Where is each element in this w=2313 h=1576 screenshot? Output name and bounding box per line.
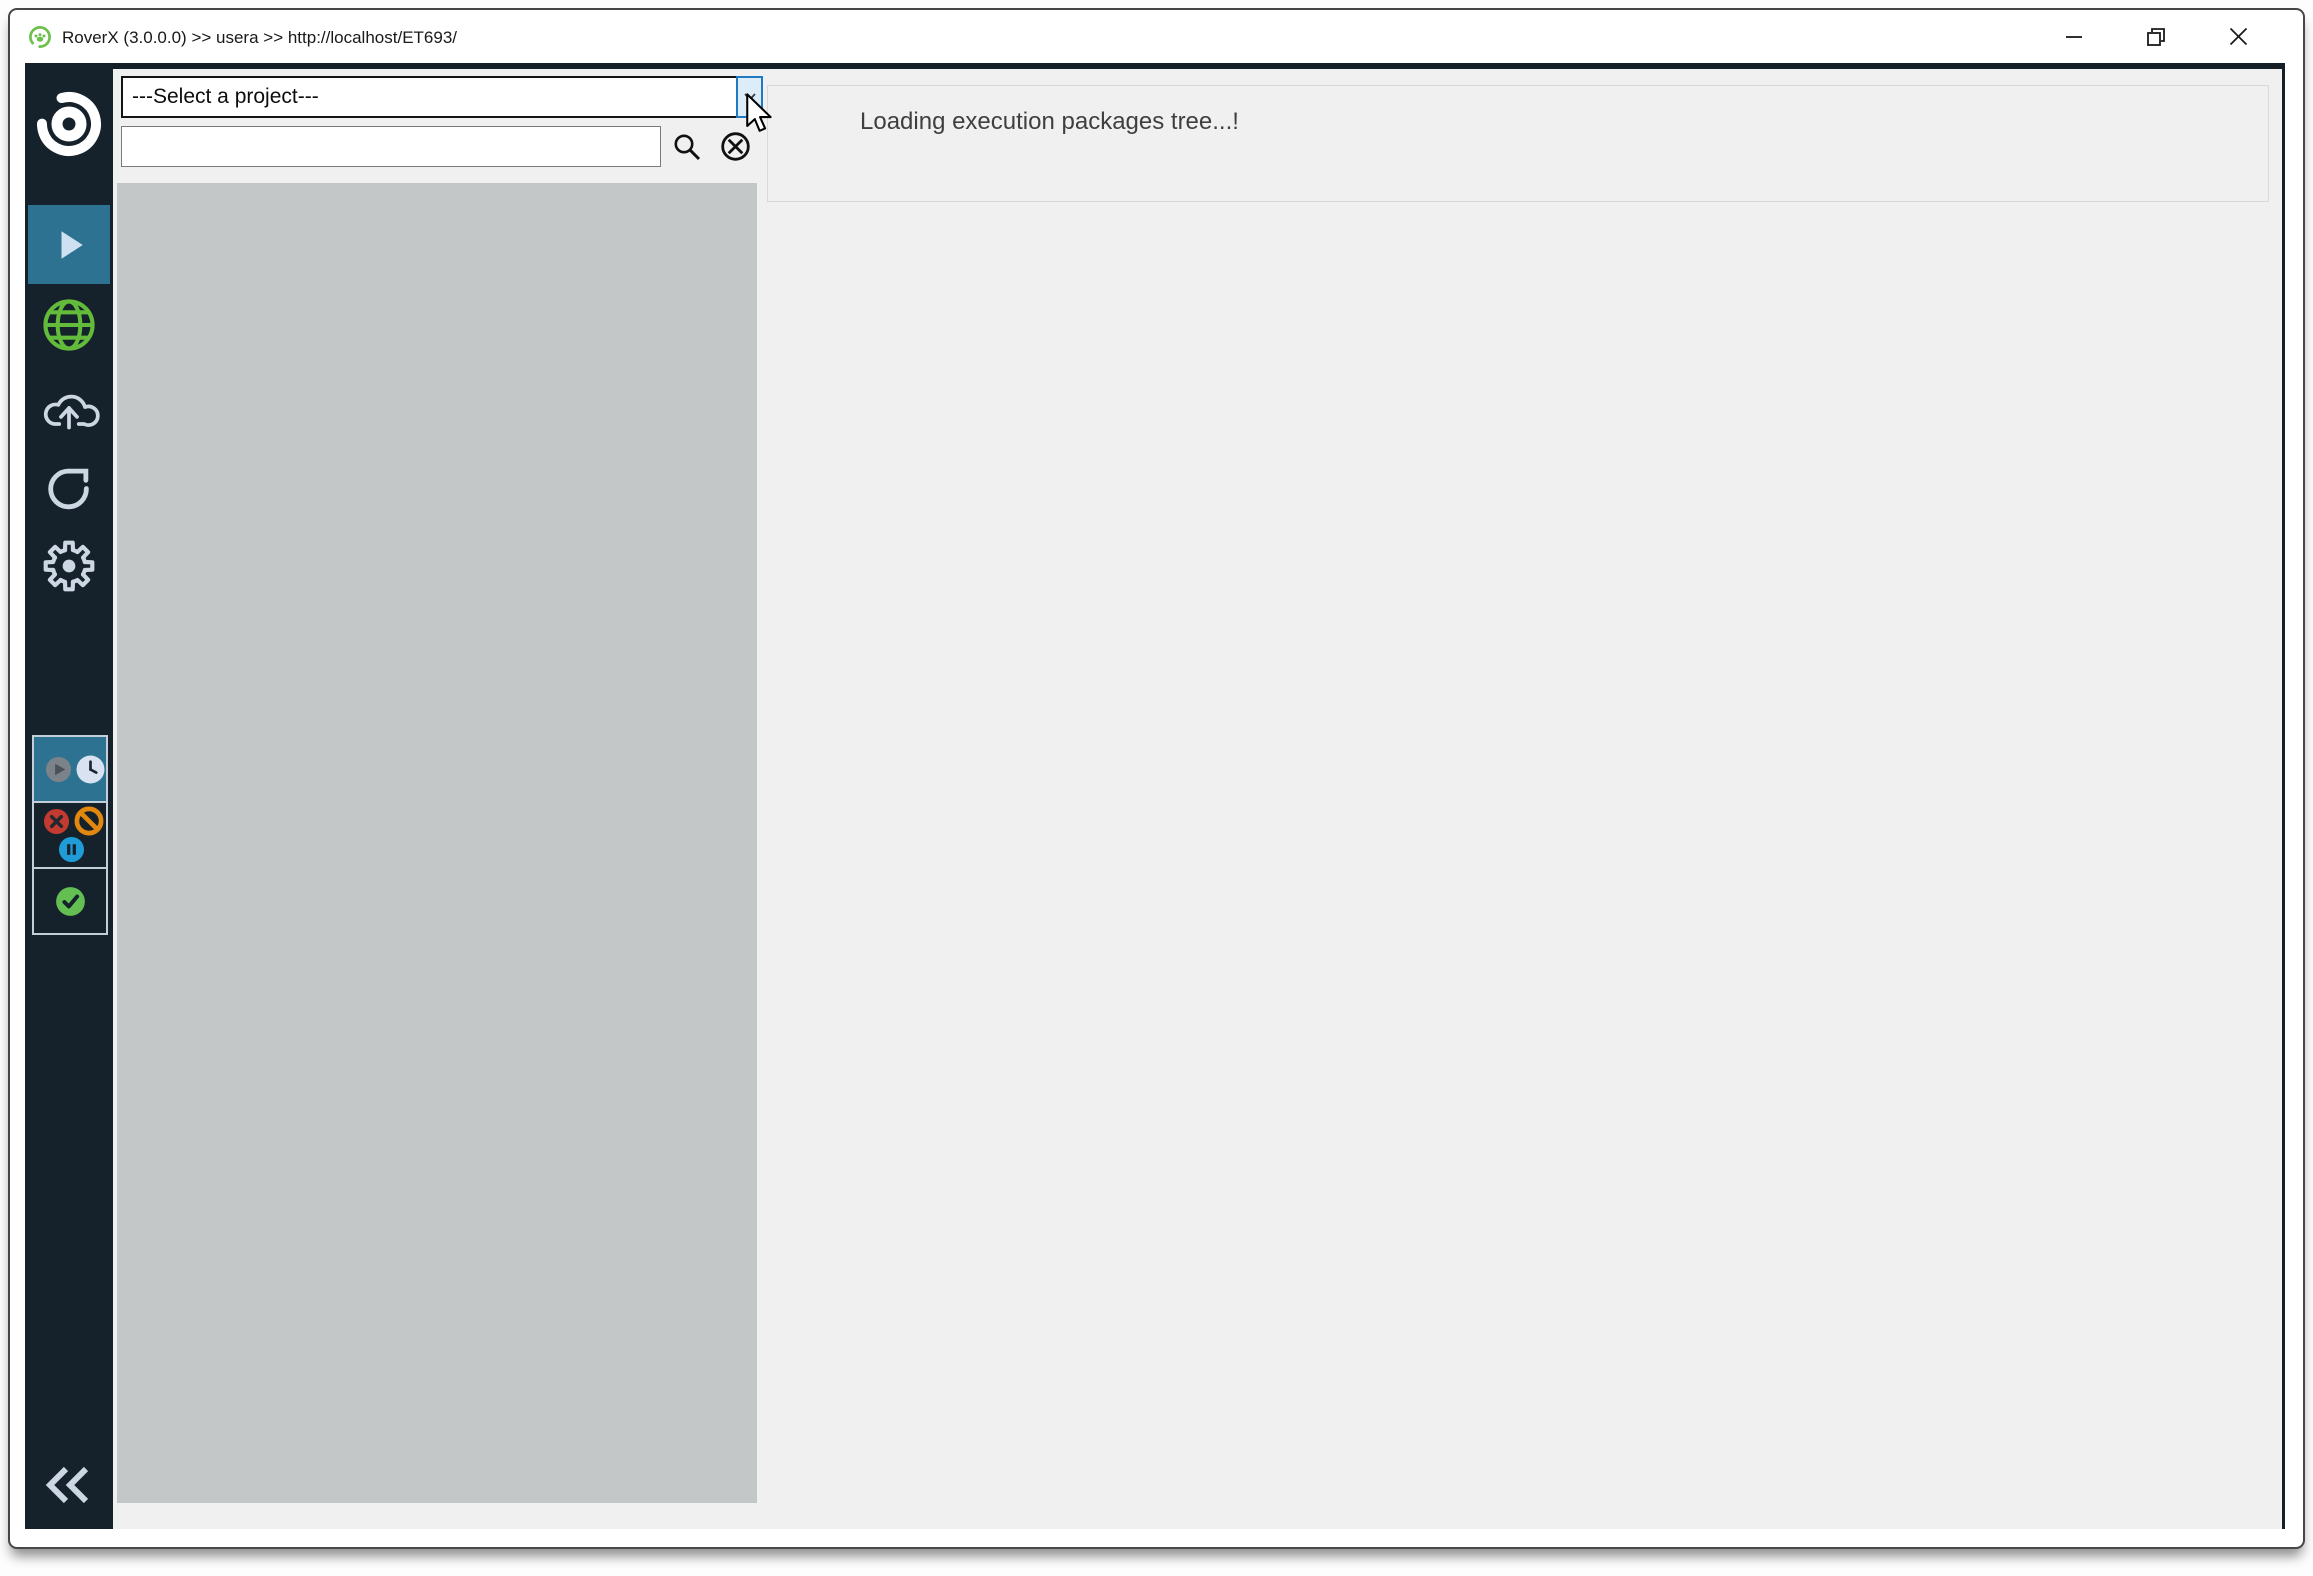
status-cell-running[interactable]	[34, 737, 106, 803]
status-cell-passed[interactable]	[34, 869, 106, 933]
refresh-icon	[42, 461, 96, 515]
nav-settings-button[interactable]	[33, 530, 105, 602]
roverx-logo-icon	[33, 88, 105, 160]
search-button[interactable]	[669, 126, 705, 167]
search-icon	[672, 132, 702, 162]
globe-icon	[40, 296, 98, 354]
clear-circle-icon	[721, 132, 750, 161]
clear-search-button[interactable]	[717, 126, 753, 167]
search-input[interactable]	[121, 126, 661, 167]
sidebar	[25, 63, 113, 1529]
gear-icon	[40, 537, 98, 595]
paw-logo-icon	[28, 25, 52, 49]
window-title: RoverX (3.0.0.0) >> usera >> http://loca…	[62, 10, 457, 63]
window-controls	[2033, 10, 2279, 63]
nav-web-button[interactable]	[33, 289, 105, 361]
minimize-button[interactable]	[2033, 10, 2115, 63]
passed-check-icon	[55, 886, 86, 917]
paused-icon	[58, 836, 85, 863]
restore-button[interactable]	[2115, 10, 2197, 63]
pending-clock-icon	[76, 755, 105, 784]
project-select-value: ---Select a project---	[123, 85, 319, 109]
titlebar: RoverX (3.0.0.0) >> usera >> http://loca…	[10, 10, 2303, 63]
loading-message: Loading execution packages tree...!	[768, 86, 2268, 136]
chevron-double-left-icon	[45, 1465, 93, 1505]
loading-panel: Loading execution packages tree...!	[767, 85, 2269, 202]
play-icon	[49, 225, 89, 265]
nav-refresh-button[interactable]	[33, 452, 105, 524]
collapse-sidebar-button[interactable]	[33, 1455, 105, 1515]
status-filter-group	[32, 735, 108, 935]
package-tree-panel[interactable]	[117, 183, 757, 1503]
cloud-upload-icon	[37, 380, 101, 436]
running-play-icon	[45, 756, 72, 783]
close-icon	[2229, 27, 2248, 46]
project-select[interactable]: ---Select a project---	[121, 76, 763, 118]
desktop-background: RoverX (3.0.0.0) >> usera >> http://loca…	[0, 0, 2313, 1576]
nav-run-button[interactable]	[28, 205, 110, 284]
dropdown-button[interactable]	[736, 76, 763, 118]
minimize-icon	[2065, 28, 2083, 46]
nav-cloud-upload-button[interactable]	[33, 372, 105, 444]
app-window: RoverX (3.0.0.0) >> usera >> http://loca…	[8, 8, 2305, 1549]
content-area: ---Select a project---	[113, 63, 2285, 1529]
chevron-down-icon	[744, 93, 756, 101]
blocked-slash-icon	[74, 806, 104, 836]
restore-icon	[2146, 27, 2166, 47]
close-button[interactable]	[2197, 10, 2279, 63]
status-cell-failed-blocked-paused[interactable]	[34, 803, 106, 869]
failed-x-icon	[43, 808, 70, 835]
